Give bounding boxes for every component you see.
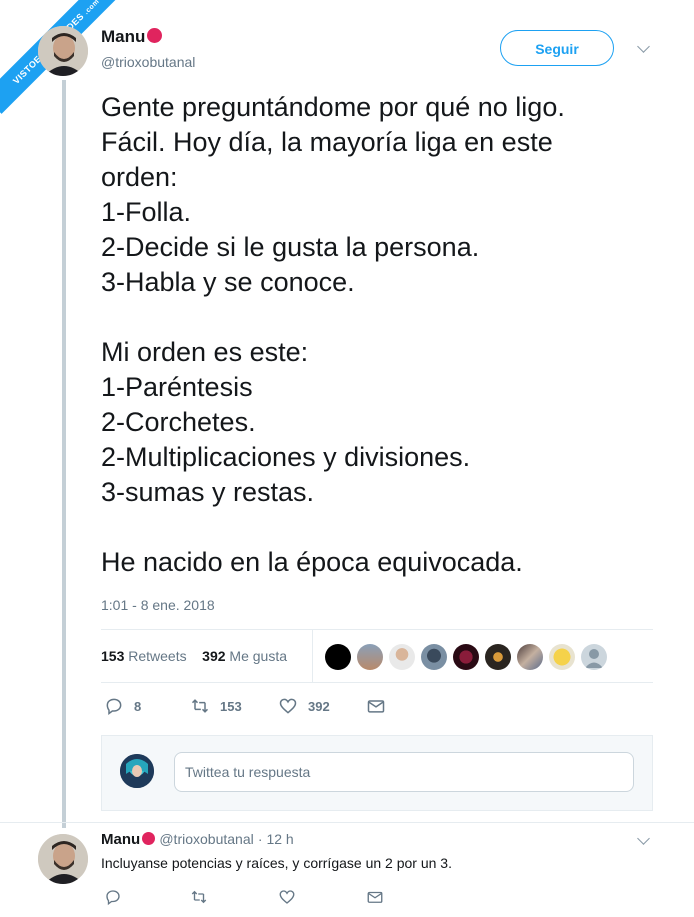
like-action[interactable] xyxy=(278,888,296,911)
retweet-icon xyxy=(191,699,209,713)
tweet-line: Mi orden es este: xyxy=(101,337,309,367)
chevron-down-icon[interactable] xyxy=(637,40,650,53)
heart-icon xyxy=(279,698,297,714)
tweet-line: 2-Multiplicaciones y divisiones. xyxy=(101,442,471,472)
likes-label: Me gusta xyxy=(229,648,288,664)
follow-button[interactable]: Seguir xyxy=(500,30,614,66)
red-circle-emoji-icon xyxy=(142,832,156,845)
retweet-icon xyxy=(191,890,207,904)
tweet-line: 3-Habla y se conoce. xyxy=(101,267,355,297)
tweet-text: Gente preguntándome por qué no ligo. Fác… xyxy=(101,90,661,580)
retweet-action[interactable]: 153 xyxy=(190,696,242,716)
liker-avatar[interactable] xyxy=(517,644,543,670)
reply-author-name[interactable]: Manu xyxy=(101,831,140,848)
tweet-line: orden: xyxy=(101,162,178,192)
liker-avatar[interactable] xyxy=(325,644,351,670)
current-user-avatar[interactable] xyxy=(120,754,154,788)
tweet-stats: 153 Retweets 392 Me gusta xyxy=(101,648,287,664)
reply-header: Manu @trioxobutanal · 12 h xyxy=(101,831,294,848)
tweet-line: Fácil. Hoy día, la mayoría liga en este xyxy=(101,127,553,157)
likes-stat[interactable]: 392 Me gusta xyxy=(202,648,287,664)
retweet-action[interactable] xyxy=(190,888,208,911)
like-count: 392 xyxy=(308,698,330,714)
envelope-icon xyxy=(367,891,383,903)
reply-count: 8 xyxy=(134,698,142,714)
tweet-line: 2-Corchetes. xyxy=(101,407,256,437)
retweets-stat[interactable]: 153 Retweets xyxy=(101,648,187,664)
divider xyxy=(101,682,653,683)
reply-input[interactable]: Twittea tu respuesta xyxy=(174,752,634,792)
direct-message-action[interactable] xyxy=(366,888,384,911)
divider xyxy=(0,822,694,823)
liker-avatar[interactable] xyxy=(357,644,383,670)
reply-icon xyxy=(106,890,120,906)
tweet-timestamp[interactable]: 1:01 - 8 ene. 2018 xyxy=(101,597,215,613)
reply-author-handle[interactable]: @trioxobutanal xyxy=(159,831,253,847)
tweet-line: Gente preguntándome por qué no ligo. xyxy=(101,92,565,122)
thread-line xyxy=(62,80,66,828)
retweet-count: 153 xyxy=(220,698,242,714)
tweet-line: 3-sumas y restas. xyxy=(101,477,315,507)
watermark-suffix: .com xyxy=(83,0,101,17)
liker-avatar[interactable] xyxy=(485,644,511,670)
divider xyxy=(101,629,653,630)
tweet-line: 1-Paréntesis xyxy=(101,372,253,402)
envelope-icon xyxy=(367,700,385,713)
reply-icon xyxy=(106,698,122,715)
liker-avatar[interactable] xyxy=(389,644,415,670)
reply-author-avatar[interactable] xyxy=(38,834,88,884)
reply-action[interactable]: 8 xyxy=(104,696,141,716)
liker-avatar-default[interactable] xyxy=(581,644,607,670)
tweet-line: 2-Decide si le gusta la persona. xyxy=(101,232,480,262)
like-action[interactable]: 392 xyxy=(278,696,330,716)
reply-text: Incluyanse potencias y raíces, y corríga… xyxy=(101,855,452,871)
author-name[interactable]: Manu xyxy=(101,27,163,47)
tweet-line xyxy=(101,300,661,335)
author-avatar[interactable] xyxy=(38,26,88,76)
author-name-text[interactable]: Manu xyxy=(101,27,145,46)
likes-count: 392 xyxy=(202,648,226,664)
liker-avatar[interactable] xyxy=(421,644,447,670)
red-circle-emoji-icon xyxy=(147,28,163,43)
tweet-line: 1-Folla. xyxy=(101,197,192,227)
heart-icon xyxy=(279,890,295,904)
tweet-line xyxy=(101,510,661,545)
chevron-down-icon[interactable] xyxy=(637,832,650,845)
author-handle[interactable]: @trioxobutanal xyxy=(101,54,195,70)
reply-time[interactable]: · 12 h xyxy=(258,831,294,847)
liker-avatar[interactable] xyxy=(453,644,479,670)
retweets-label: Retweets xyxy=(128,648,187,664)
stats-divider xyxy=(312,630,313,682)
retweets-count: 153 xyxy=(101,648,125,664)
liker-avatar[interactable] xyxy=(549,644,575,670)
reply-action[interactable] xyxy=(104,888,122,911)
reply-compose-box: Twittea tu respuesta xyxy=(101,735,653,811)
tweet-line: He nacido en la época equivocada. xyxy=(101,547,523,577)
direct-message-action[interactable] xyxy=(366,696,386,716)
